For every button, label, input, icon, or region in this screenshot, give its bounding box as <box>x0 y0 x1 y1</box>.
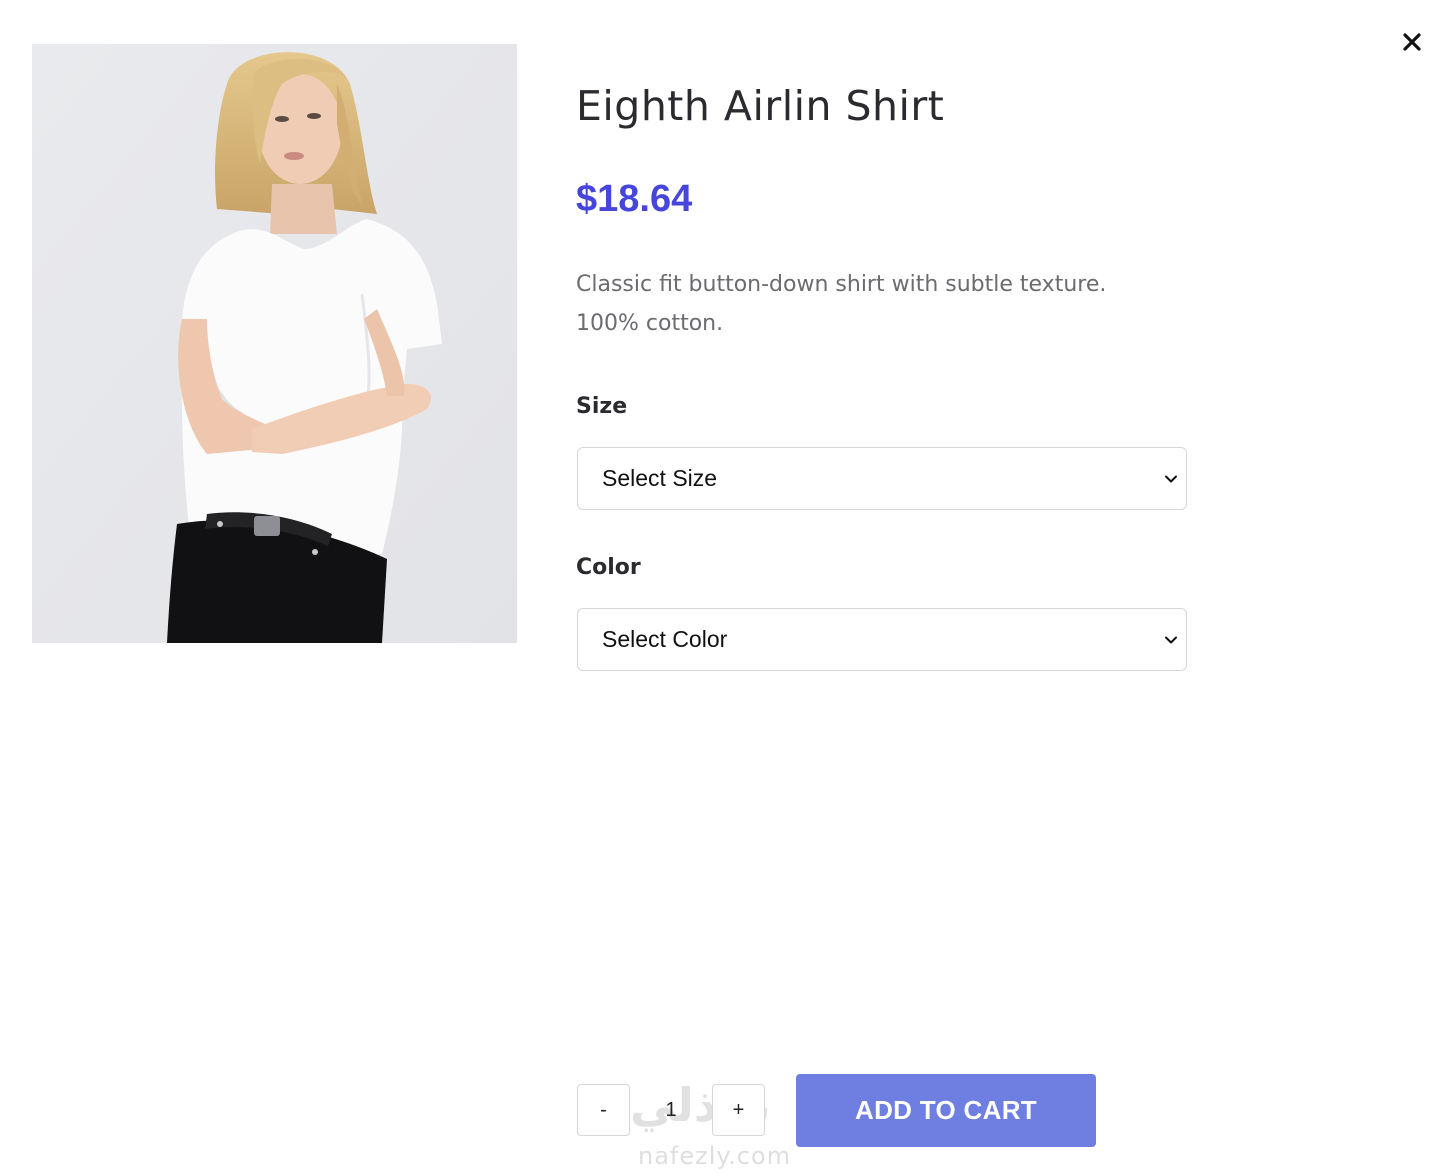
quantity-input[interactable]: 1 <box>630 1084 712 1136</box>
add-to-cart-button[interactable]: ADD TO CART <box>796 1074 1096 1147</box>
size-select-value: Select Size <box>602 465 718 491</box>
size-select[interactable]: Select Size <box>577 447 1187 510</box>
size-label: Size <box>576 394 628 419</box>
color-label: Color <box>576 555 641 580</box>
close-button[interactable] <box>1396 26 1428 58</box>
product-description: Classic fit button-down shirt with subtl… <box>576 272 1107 336</box>
product-title: Eighth Airlin Shirt <box>576 82 945 130</box>
quantity-decrease-button[interactable]: - <box>577 1084 630 1136</box>
chevron-down-icon <box>1165 475 1177 483</box>
quick-view-modal: Eighth Airlin Shirt $18.64 Classic fit b… <box>0 0 1437 1174</box>
watermark-latin-text: nafezly.com <box>638 1142 792 1170</box>
chevron-down-icon <box>1165 636 1177 644</box>
color-select-value: Select Color <box>602 626 728 652</box>
color-select[interactable]: Select Color <box>577 608 1187 671</box>
product-price: $18.64 <box>576 178 693 220</box>
close-icon <box>1403 33 1421 51</box>
quantity-increase-button[interactable]: + <box>712 1084 765 1136</box>
product-image <box>32 44 517 643</box>
